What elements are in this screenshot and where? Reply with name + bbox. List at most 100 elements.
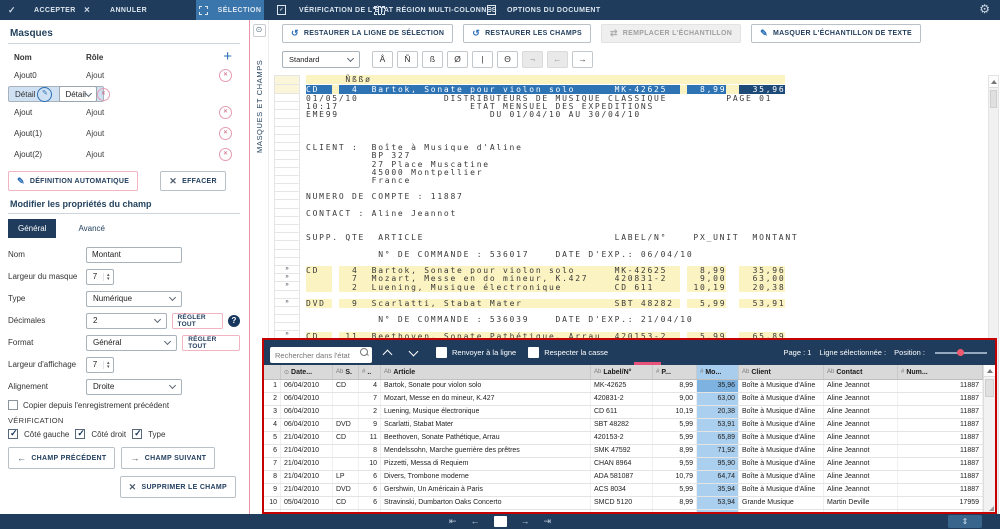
masque-role-select[interactable]: Détail xyxy=(59,86,96,102)
pin-icon[interactable]: ⊙ xyxy=(253,24,266,37)
last-page-button[interactable]: ⇥ xyxy=(544,516,552,527)
delete-mask-icon[interactable]: ✕ xyxy=(219,69,232,82)
panel-splitter-accent[interactable] xyxy=(249,20,250,514)
tab-avance[interactable]: Avancé xyxy=(68,219,115,238)
gutter-cell[interactable] xyxy=(274,176,300,184)
masque-row[interactable]: Ajout0Ajout✕ xyxy=(8,65,240,86)
accept-label[interactable]: ACCEPTER xyxy=(34,0,76,20)
gutter-cell[interactable] xyxy=(274,192,300,200)
gutter-cell[interactable] xyxy=(274,200,300,208)
restore-selection-line-button[interactable]: ↺ RESTAURER LA LIGNE DE SÉLECTION xyxy=(282,24,453,43)
accept-button[interactable]: ✓ xyxy=(8,0,16,20)
type-select[interactable]: Numérique xyxy=(86,291,182,307)
gutter-cell[interactable] xyxy=(274,233,300,241)
mask-char-button[interactable]: Θ xyxy=(497,51,518,68)
next-page-button[interactable]: → xyxy=(521,516,530,527)
help-icon[interactable]: ? xyxy=(228,315,240,327)
position-slider[interactable] xyxy=(935,352,987,354)
decimales-select[interactable]: 2 xyxy=(86,313,167,329)
edit-mask-icon[interactable]: ✎ xyxy=(37,87,52,102)
search-next-button[interactable] xyxy=(402,345,424,361)
cote-gauche-checkbox[interactable] xyxy=(8,429,18,439)
largeur-affichage-stepper[interactable]: 7 ▴▾ xyxy=(86,357,114,373)
gutter-cell[interactable] xyxy=(274,291,300,299)
selection-row[interactable]: CD 4 Bartok, Sonate pour violon solo MK-… xyxy=(306,85,785,95)
copy-previous-checkbox[interactable]: Copier depuis l'enregistrement précédent xyxy=(8,400,240,410)
multicolumn-tab[interactable]: RÉGION MULTI-COLONNES xyxy=(396,0,497,20)
slider-handle[interactable] xyxy=(957,349,964,356)
delete-mask-icon[interactable]: ✕ xyxy=(219,106,232,119)
stepper-arrows[interactable]: ▴▾ xyxy=(103,361,113,369)
verification-icon[interactable]: ✓ xyxy=(277,0,286,20)
table-row[interactable]: 921/04/2010DVD6Gershwin, Un Américain à … xyxy=(264,484,995,497)
gutter-cell[interactable]: » xyxy=(274,266,300,274)
table-row[interactable]: 621/04/20108Mendelssohn, Marche guerrièr… xyxy=(264,445,995,458)
gutter-cell[interactable] xyxy=(274,102,300,110)
table-row[interactable]: 721/04/201010Pizzetti, Messa di RequiemC… xyxy=(264,458,995,471)
gutter-cell[interactable] xyxy=(274,135,300,143)
doc-options-icon[interactable]: ≡ xyxy=(487,0,496,20)
column-header-rownum[interactable] xyxy=(264,365,281,379)
cancel-button[interactable]: × xyxy=(84,0,90,20)
gutter-cell[interactable] xyxy=(274,75,300,85)
resize-grip[interactable] xyxy=(989,506,994,511)
delete-field-button[interactable]: ✕ SUPPRIMER LE CHAMP xyxy=(120,476,236,498)
doc-options-tab[interactable]: OPTIONS DU DOCUMENT xyxy=(507,0,601,20)
regler-tout-decimales-button[interactable]: RÉGLER TOUT xyxy=(172,313,223,329)
clear-button[interactable]: ✕ EFFACER xyxy=(160,171,226,191)
gutter-cell[interactable] xyxy=(274,241,300,249)
delete-mask-icon[interactable]: ✕ xyxy=(97,88,110,101)
column-header-Client[interactable]: AbClient xyxy=(739,365,824,379)
search-previous-button[interactable] xyxy=(376,345,398,361)
checkbox-unchecked[interactable] xyxy=(8,400,18,410)
alignement-select[interactable]: Droite xyxy=(86,379,182,395)
selection-tab[interactable]: SÉLECTION xyxy=(196,0,264,20)
panel-resize-handle[interactable]: ⇕ xyxy=(948,515,982,528)
gear-icon[interactable]: ⚙ xyxy=(979,2,990,16)
gutter-cell[interactable] xyxy=(274,225,300,233)
add-mask-button[interactable]: + xyxy=(223,50,232,64)
column-header-P...[interactable]: #P... xyxy=(653,365,697,379)
column-header-Label/N°[interactable]: AbLabel/N° xyxy=(591,365,653,379)
next-field-button[interactable]: → CHAMP SUIVANT xyxy=(121,447,215,469)
largeur-masque-stepper[interactable]: 7 ▴▾ xyxy=(86,269,114,285)
column-header-Date...[interactable]: ⊙Date... xyxy=(281,365,333,379)
gutter-cell[interactable] xyxy=(274,110,300,118)
tab-general[interactable]: Général xyxy=(8,219,56,238)
column-header-Mo...[interactable]: #Mo... xyxy=(697,365,739,379)
match-case-checkbox[interactable]: Respecter la casse xyxy=(528,347,608,358)
previous-field-button[interactable]: ← CHAMP PRÉCÉDENT xyxy=(8,447,115,469)
mask-sample-row[interactable]: Ñßßø xyxy=(306,75,785,84)
scroll-up-button[interactable] xyxy=(989,76,998,88)
format-select[interactable]: Général xyxy=(86,335,177,351)
gutter-cell[interactable] xyxy=(274,151,300,159)
gutter-cell[interactable] xyxy=(274,209,300,217)
scrollbar-thumb[interactable] xyxy=(990,90,997,108)
column-header-..[interactable]: #.. xyxy=(359,365,381,379)
stepper-arrows[interactable]: ▴▾ xyxy=(103,273,113,281)
mask-text-sample-button[interactable]: ✎ MASQUER L'ÉCHANTILLON DE TEXTE xyxy=(751,24,921,43)
gutter-cell[interactable] xyxy=(274,143,300,151)
nom-input[interactable]: Montant xyxy=(86,247,182,263)
gutter-cell[interactable] xyxy=(274,85,300,95)
masque-row[interactable]: Ajout(1)Ajout✕ xyxy=(8,123,240,144)
masque-row[interactable]: Détail✎Détail✕ xyxy=(8,86,104,102)
masque-row[interactable]: Ajout(2)Ajout✕ xyxy=(8,144,240,165)
mask-char-button[interactable]: ß xyxy=(422,51,443,68)
multicolumn-icon[interactable] xyxy=(374,0,385,20)
delete-mask-icon[interactable]: ✕ xyxy=(219,148,232,161)
table-row[interactable]: 821/04/2010LP6Divers, Trombone moderneAD… xyxy=(264,471,995,484)
gutter-cell[interactable] xyxy=(274,258,300,266)
cote-droit-checkbox[interactable] xyxy=(75,429,85,439)
table-row[interactable]: 106/04/2010CD4Bartok, Sonate pour violon… xyxy=(264,380,995,393)
gutter-cell[interactable] xyxy=(274,127,300,135)
gutter-cell[interactable] xyxy=(274,315,300,323)
gutter-cell[interactable] xyxy=(274,160,300,168)
report-line[interactable]: 2 Luening, Musique électronique CD 611 1… xyxy=(306,284,785,292)
page-number-input[interactable] xyxy=(494,516,507,527)
previous-page-button[interactable]: ← xyxy=(471,516,480,527)
first-page-button[interactable]: ⇤ xyxy=(449,516,457,527)
column-header-Contact[interactable]: AbContact xyxy=(824,365,898,379)
scroll-up-button[interactable] xyxy=(984,365,995,377)
auto-definition-button[interactable]: ✎ DÉFINITION AUTOMATIQUE xyxy=(8,171,138,191)
